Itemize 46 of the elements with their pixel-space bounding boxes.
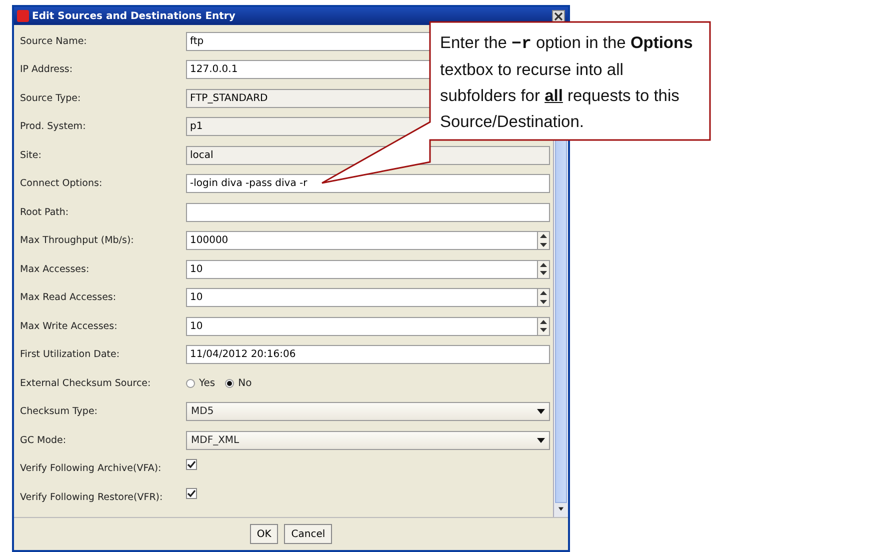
spin-up-button[interactable]	[538, 232, 549, 240]
field-label: Root Path:	[20, 206, 70, 218]
field-label: Source Type:	[20, 92, 82, 104]
field-label: Checksum Type:	[20, 406, 98, 417]
dropdown[interactable]: MD5	[186, 402, 550, 421]
checkbox[interactable]	[186, 459, 197, 470]
field-label: Connect Options:	[20, 178, 104, 189]
spin-up-button[interactable]	[538, 260, 549, 269]
field-label: GC Mode:	[20, 434, 68, 446]
spin-down-button[interactable]	[538, 269, 549, 278]
field-label: Verify Following Archive(VFA):	[20, 463, 162, 474]
field-label: First Utilization Date:	[20, 349, 121, 360]
caret-icon	[537, 438, 545, 442]
number-field[interactable]: 10	[186, 288, 538, 307]
number-field[interactable]: 100000	[186, 231, 538, 250]
field-label: External Checksum Source:	[20, 378, 152, 388]
text-field[interactable]	[186, 202, 550, 222]
number-field[interactable]: 10	[186, 260, 538, 278]
number-field[interactable]: 10	[186, 316, 538, 336]
field-label: Max Read Accesses:	[20, 292, 118, 303]
spin-down-button[interactable]	[538, 298, 549, 306]
caret-icon	[537, 409, 545, 414]
field-label: Prod. System:	[20, 121, 87, 132]
dialog-button[interactable]: Cancel	[284, 524, 332, 544]
field-label: Site:	[20, 150, 42, 160]
checkbox[interactable]	[186, 488, 197, 498]
dialog-button[interactable]: OK	[250, 524, 278, 544]
spin-down-button[interactable]	[538, 240, 549, 249]
close-button[interactable]	[552, 10, 565, 22]
radio-option[interactable]: No	[225, 378, 252, 388]
field-label: Verify Following Restore(VFR):	[20, 492, 164, 502]
text-field[interactable]: 11/04/2012 20:16:06	[186, 345, 550, 364]
spin-up-button[interactable]	[538, 318, 549, 326]
spin-up-button[interactable]	[538, 289, 549, 298]
field-label: IP Address:	[20, 64, 74, 75]
field-label: Source Name:	[20, 36, 88, 46]
scroll-down-button[interactable]	[554, 503, 568, 517]
field-label: Max Write Accesses:	[20, 320, 118, 332]
field-label: Max Accesses:	[20, 264, 90, 274]
radio-option[interactable]: Yes	[186, 378, 216, 388]
spin-down-button[interactable]	[538, 326, 549, 334]
field-label: Max Throughput (Mb/s):	[20, 235, 135, 246]
dropdown[interactable]: MDF_XML	[186, 430, 550, 450]
window-title: Edit Sources and Destinations Entry	[32, 10, 236, 22]
app-icon	[17, 10, 29, 22]
text-field[interactable]: -login diva -pass diva -r	[186, 174, 550, 193]
